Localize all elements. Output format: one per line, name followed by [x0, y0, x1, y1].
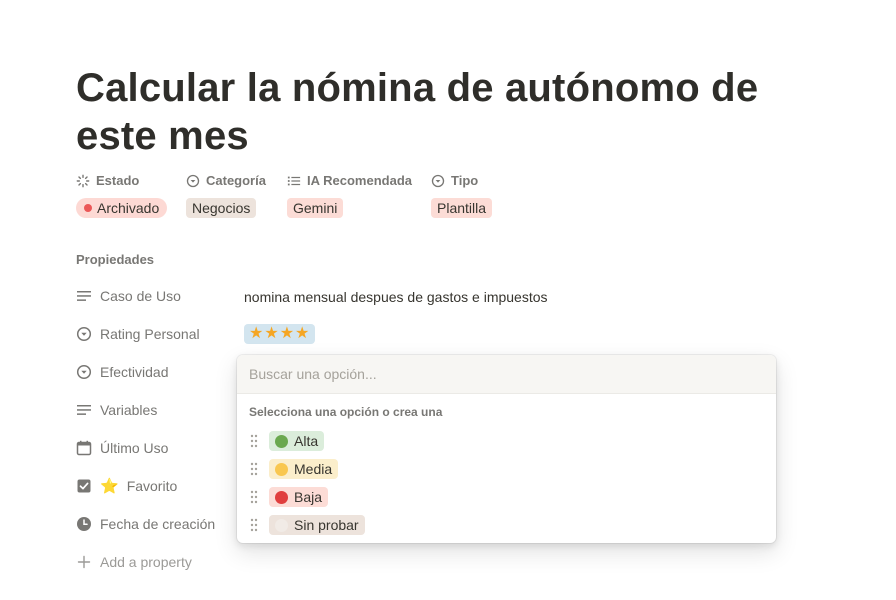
text-lines-icon [77, 291, 91, 301]
option-pill[interactable]: Alta [269, 431, 325, 451]
select-circle-icon [76, 326, 92, 342]
header-prop-label: Estado [96, 173, 140, 188]
header-prop-ia-recomendada[interactable]: IA Recomendada [287, 173, 412, 188]
header-prop-label: Categoría [206, 173, 266, 188]
status-icon [76, 174, 90, 187]
option-pill[interactable]: Baja [269, 487, 329, 507]
drag-handle-icon[interactable] [249, 490, 259, 504]
option-pill[interactable]: Media [269, 459, 339, 479]
select-circle-icon [431, 174, 445, 187]
header-prop-label: IA Recomendada [307, 173, 412, 188]
prop-variables[interactable]: Variables [76, 398, 236, 422]
tag-pill[interactable]: Negocios [186, 198, 257, 218]
select-circle-icon [186, 174, 200, 187]
color-dot [275, 518, 288, 532]
color-dot [275, 434, 288, 448]
drag-handle-icon[interactable] [249, 462, 259, 476]
status-label: Archivado [97, 200, 160, 216]
estado-value[interactable]: Archivado [76, 198, 168, 218]
header-prop-tipo[interactable]: Tipo [431, 173, 478, 188]
checkbox-icon [77, 479, 91, 493]
option-pill[interactable]: Sin probar [269, 515, 365, 535]
prop-label: Rating Personal [100, 326, 200, 342]
tag-pill[interactable]: Plantilla [431, 198, 493, 218]
dropdown-search-bar [237, 355, 776, 394]
option-label: Sin probar [294, 517, 359, 533]
add-property-label: Add a property [100, 554, 192, 570]
select-circle-icon [76, 364, 92, 380]
status-dot [84, 204, 92, 212]
multiselect-list-icon [287, 176, 301, 185]
clock-icon [77, 517, 91, 531]
header-prop-label: Tipo [451, 173, 479, 188]
dropdown-hint: Selecciona una opción o crea una [249, 405, 443, 419]
option-label: Baja [294, 489, 323, 505]
color-dot [275, 490, 288, 504]
color-dot [275, 462, 288, 476]
option-baja[interactable]: Baja [249, 486, 329, 508]
drag-handle-icon[interactable] [249, 518, 259, 532]
prop-label: Caso de Uso [100, 288, 181, 304]
star-emoji-icon: ⭐ [100, 478, 119, 495]
option-label: Alta [294, 433, 319, 449]
option-search-input[interactable] [249, 366, 764, 382]
calendar-icon [76, 440, 92, 456]
prop-ultimo-uso[interactable]: Último Uso [76, 436, 236, 460]
tag-pill[interactable]: Gemini [287, 198, 344, 218]
ia-value[interactable]: Gemini [287, 198, 344, 218]
prop-fecha-creacion[interactable]: Fecha de creación [76, 512, 236, 536]
prop-label: Favorito [126, 478, 178, 494]
properties-section-title: Propiedades [76, 252, 155, 267]
option-media[interactable]: Media [249, 458, 339, 480]
status-badge[interactable]: Archivado [76, 198, 168, 218]
caso-de-uso-value[interactable]: nomina mensual despues de gastos e impue… [244, 289, 548, 305]
categoria-value[interactable]: Negocios [186, 198, 257, 218]
select-option-dropdown: Selecciona una opción o crea una Alta Me… [237, 355, 776, 543]
option-sin-probar[interactable]: Sin probar [249, 514, 365, 536]
prop-rating-personal[interactable]: Rating Personal [76, 322, 236, 346]
page-title[interactable]: Calcular la nómina de autónomo de este m… [76, 64, 816, 160]
header-prop-estado[interactable]: Estado [76, 173, 139, 188]
header-prop-categoria[interactable]: Categoría [186, 173, 266, 188]
rating-stars[interactable]: ★★★★ [244, 324, 316, 344]
plus-icon [77, 555, 91, 569]
prop-caso-de-uso[interactable]: Caso de Uso [76, 284, 236, 308]
prop-label: Variables [100, 402, 158, 418]
prop-efectividad[interactable]: Efectividad [76, 360, 236, 384]
tipo-value[interactable]: Plantilla [431, 198, 493, 218]
option-alta[interactable]: Alta [249, 430, 325, 452]
prop-favorito[interactable]: ⭐ Favorito [76, 474, 236, 498]
prop-label: Fecha de creación [100, 516, 216, 532]
option-label: Media [294, 461, 333, 477]
text-lines-icon [77, 405, 91, 415]
prop-label: Último Uso [100, 440, 169, 456]
prop-label: Efectividad [100, 364, 169, 380]
add-property-button[interactable]: Add a property [76, 550, 236, 574]
drag-handle-icon[interactable] [249, 434, 259, 448]
